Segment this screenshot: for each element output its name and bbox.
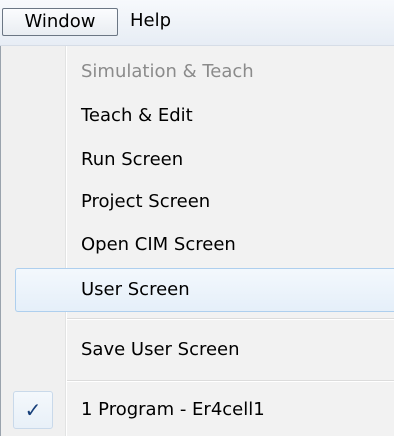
window-dropdown-menu: Simulation & Teach Teach & Edit Run Scre…	[0, 46, 394, 436]
menu-item-label: 1 Program - Er4cell1	[81, 399, 265, 420]
checkmark-icon: ✓	[24, 398, 42, 422]
menu-item-label: Run Screen	[81, 149, 184, 170]
menu-item-label: Save User Screen	[81, 339, 240, 360]
menu-item-label: User Screen	[81, 279, 190, 300]
menu-item-open-cim-screen[interactable]: Open CIM Screen	[1, 223, 394, 267]
menu-item-label: Open CIM Screen	[81, 234, 236, 255]
check-mark-box: ✓	[13, 391, 53, 429]
menu-item-save-user-screen[interactable]: Save User Screen	[1, 328, 394, 372]
menu-separator	[67, 318, 394, 320]
menu-item-label: Project Screen	[81, 191, 211, 212]
menu-help[interactable]: Help	[124, 8, 177, 36]
menu-item-project-screen[interactable]: Project Screen	[1, 180, 394, 224]
menu-item-simulation-teach: Simulation & Teach	[1, 50, 394, 94]
menu-item-label: Teach & Edit	[81, 105, 193, 126]
menu-item-program-er4cell1[interactable]: ✓ 1 Program - Er4cell1	[1, 388, 394, 432]
menu-window[interactable]: Window	[2, 8, 118, 36]
menu-item-label: Simulation & Teach	[81, 61, 254, 82]
menu-separator	[67, 380, 394, 382]
menu-bar: Window Help	[0, 0, 394, 46]
menu-item-user-screen[interactable]: User Screen	[15, 268, 394, 312]
menu-item-run-screen[interactable]: Run Screen	[1, 138, 394, 182]
menu-item-teach-edit[interactable]: Teach & Edit	[1, 94, 394, 138]
